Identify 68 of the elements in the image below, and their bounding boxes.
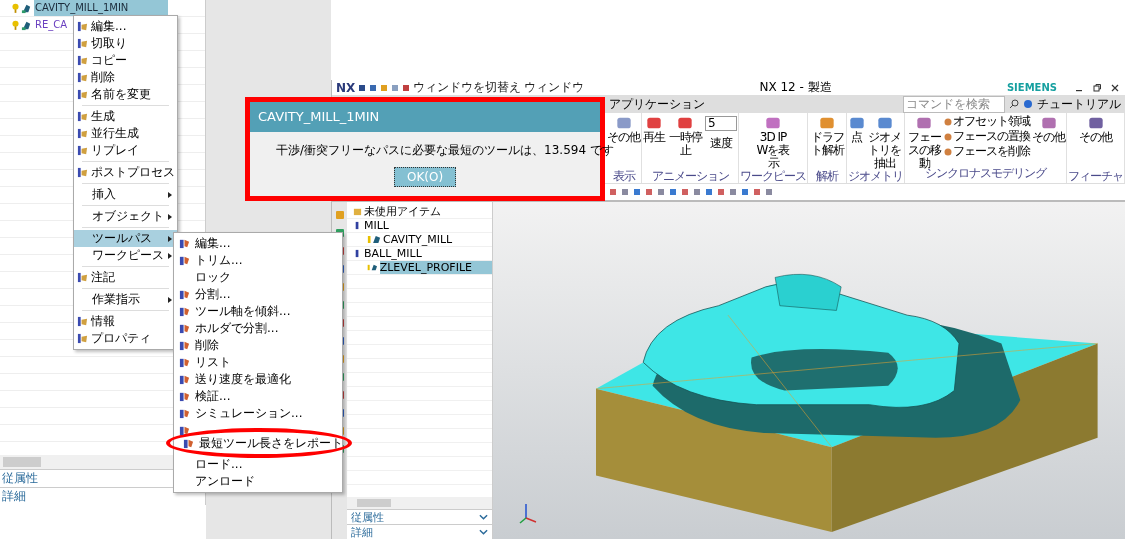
ribbon-button[interactable]: ドラフト解析 [809, 113, 845, 157]
ribbon-button[interactable]: その他 [607, 113, 640, 144]
tree-item[interactable]: CAVITY_MILL_1MIN [34, 0, 169, 16]
group-label: ワークピース [740, 170, 806, 183]
menu-item[interactable]: 編集... [174, 235, 342, 252]
menu-item[interactable]: オブジェクト [74, 208, 177, 225]
ribbon-button[interactable]: オフセット領域 [944, 115, 1030, 128]
dialog-title: CAVITY_MILL_1MIN [250, 102, 600, 132]
app-logo: NX [336, 80, 356, 95]
menu-item[interactable]: コピー [74, 52, 177, 69]
tutorial-link[interactable]: チュートリアル [1037, 95, 1121, 113]
ribbon-button[interactable]: その他 [1079, 113, 1112, 144]
panel-header[interactable]: 従属性 [347, 509, 492, 524]
menu-item[interactable]: ワークピース [74, 247, 177, 264]
menu-item[interactable]: シミュレーション... [174, 405, 342, 422]
tree-item[interactable]: CAVITY_MILL [383, 233, 453, 246]
ribbon-button[interactable]: フェースの置換 [944, 130, 1030, 143]
menu-item[interactable]: ツールパス [74, 230, 177, 247]
menu-item[interactable]: 分割... [174, 286, 342, 303]
ribbon-button[interactable]: フェースの移動 [906, 113, 942, 170]
group-label: アニメーション [651, 170, 729, 183]
menu-item[interactable]: ポストプロセス [74, 164, 177, 181]
tree-item[interactable]: ZLEVEL_PROFILE [379, 261, 492, 274]
menu-item[interactable]: 名前を変更 [74, 86, 177, 103]
tree-item[interactable]: MILL [364, 219, 389, 232]
menu-item[interactable]: 編集... [74, 18, 177, 35]
ribbon-button[interactable]: 3D IPWを表示 [755, 113, 791, 170]
speed-field[interactable]: 5 [705, 116, 737, 131]
menu-item[interactable]: ホルダで分割... [174, 320, 342, 337]
group-label: 表示 [612, 170, 635, 183]
ribbon-button[interactable]: 点 [848, 113, 865, 144]
menu-item[interactable]: 作業指示 [74, 291, 177, 308]
menu-item[interactable]: 送り速度を最適化 [174, 371, 342, 388]
menu-item[interactable]: 切取り [74, 35, 177, 52]
panel-header[interactable]: 詳細 [347, 524, 492, 539]
menu-item[interactable]: 情報 [74, 313, 177, 330]
menu-item[interactable]: 生成 [74, 108, 177, 125]
ribbon-button[interactable]: ジオメトリを抽出 [866, 113, 903, 170]
group-label: 解析 [816, 170, 838, 183]
group-label: フィーチャ [1068, 170, 1123, 183]
menu-item[interactable]: 削除 [74, 69, 177, 86]
search-field[interactable]: コマンドを検索 [903, 95, 1005, 113]
menu-item[interactable]: ロック [174, 269, 342, 286]
ribbon-tab[interactable]: アプリケーション [609, 95, 705, 113]
menu-item[interactable]: 最短ツール長さをレポート [166, 428, 352, 458]
quick-access-button[interactable]: ウィンドウ [524, 80, 585, 96]
ribbon-button[interactable]: その他 [1032, 113, 1065, 144]
menu-item[interactable]: トリム... [174, 252, 342, 269]
menu-item[interactable]: 削除 [174, 337, 342, 354]
quick-access-button[interactable]: ウィンドウを切替え [413, 80, 522, 96]
menu-item[interactable]: リプレイ [74, 142, 177, 159]
menu-item[interactable]: 注記 [74, 269, 177, 286]
field-label: 速度 [710, 135, 732, 152]
tree-item[interactable]: RE_CA [34, 17, 69, 33]
ribbon-button[interactable]: 再生 [643, 113, 665, 144]
group-label: ジオメトリ [848, 170, 903, 183]
window-title: NX 12 - 製造 [759, 80, 832, 96]
menu-item[interactable]: ツール軸を傾斜... [174, 303, 342, 320]
tree-item[interactable]: BALL_MILL [364, 247, 422, 260]
ribbon-button[interactable]: フェースを削除 [944, 145, 1030, 158]
menu-item[interactable]: 検証... [174, 388, 342, 405]
tree-item[interactable]: 未使用アイテム [364, 205, 441, 218]
menu-item[interactable]: プロパティ [74, 330, 177, 347]
ribbon-button[interactable]: 一時停止 [667, 113, 703, 157]
menu-item[interactable]: 並行生成 [74, 125, 177, 142]
brand-logo: SIEMENS [1006, 82, 1057, 93]
menu-item[interactable]: リスト [174, 354, 342, 371]
menu-item[interactable]: 挿入 [74, 186, 177, 203]
